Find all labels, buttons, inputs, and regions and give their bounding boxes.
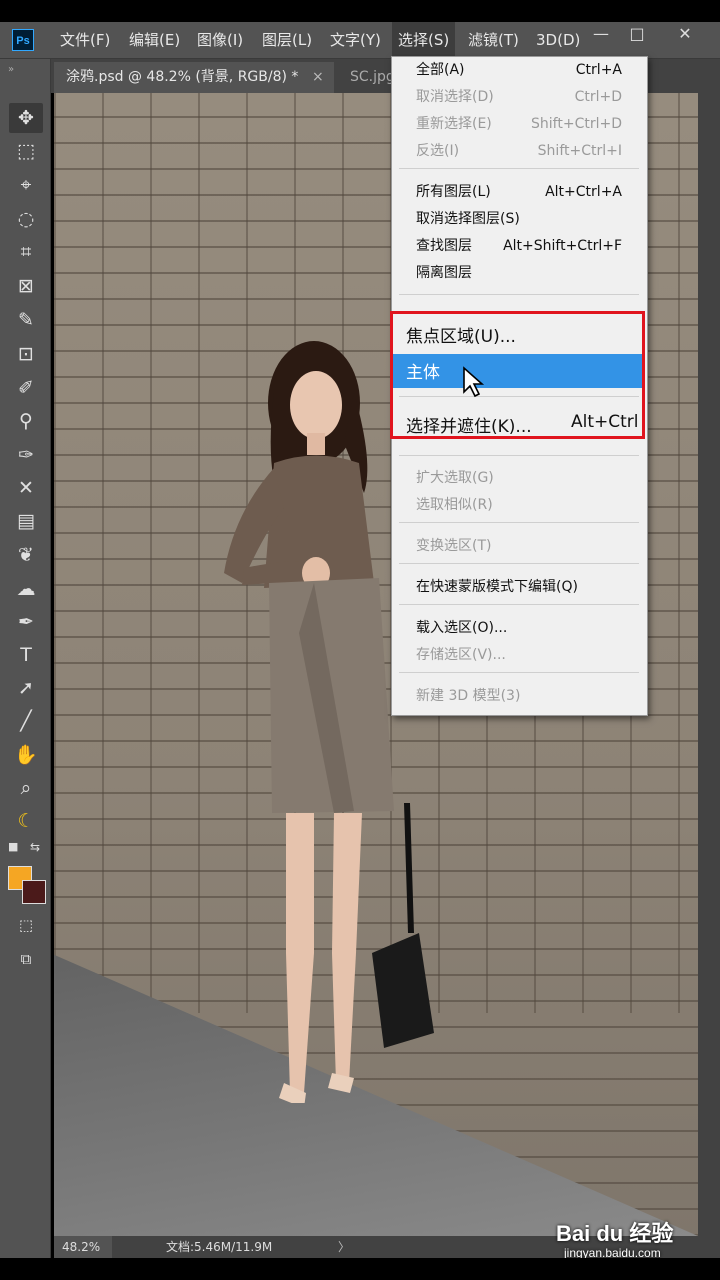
menu-item[interactable]: 全部(A) [416,59,465,81]
pen-icon[interactable]: ✒ [9,607,43,637]
zoom-icon[interactable]: ⌕ [9,773,43,803]
gradient-icon[interactable]: ▤ [9,506,43,536]
menu-item-shortcut: Ctrl+A [575,62,622,78]
menu-item-shortcut: Alt+Ctrl+A [545,184,622,200]
history-brush-icon[interactable]: ✑ [9,440,43,470]
menu-image[interactable]: 图像(I) [191,22,249,58]
menu-separator [399,563,639,564]
brush-icon[interactable]: ✐ [9,373,43,403]
top-black-bar [0,0,720,22]
menu-item-subject[interactable]: 主体 [406,358,440,383]
menu-item[interactable]: 载入选区(O)... [416,617,507,639]
menu-item[interactable]: 取消选择图层(S) [416,208,520,230]
eraser-icon[interactable]: ✕ [9,473,43,503]
hand-icon[interactable]: ✋ [9,740,43,770]
quick-mask-icon[interactable]: ⬚ [9,910,43,940]
menu-item[interactable]: 所有图层(L) [416,181,491,203]
close-icon[interactable]: ✕ [668,22,702,48]
line-icon[interactable]: ╱ [9,706,43,736]
menu-item-shortcut: Shift+Ctrl+I [537,143,622,159]
menu-separator [399,168,639,169]
baidu-watermark-logo: Bai du 经验 [556,1221,674,1246]
bottom-black-bar [0,1258,720,1280]
menu-item[interactable]: 查找图层 [416,235,472,257]
menu-item: 变换选区(T) [416,538,492,554]
blur-icon[interactable]: ❦ [9,540,43,570]
menu-separator [399,604,639,605]
menu-item: 新建 3D 模型(3) [416,688,521,704]
menu-item: 反选(I) [416,143,460,159]
zoom-level-field[interactable]: 48.2% [54,1236,112,1258]
menu-item-shortcut: Shift+Ctrl+D [531,116,622,132]
background-color-swatch[interactable] [22,880,46,904]
menu-item[interactable]: 隔离图层 [416,262,472,284]
move-icon[interactable]: ✥ [9,103,43,133]
stamp-icon[interactable]: ⚲ [9,406,43,436]
menu-item: 重新选择(E) [416,116,492,132]
document-size-readout: 文档:5.46M/11.9M [166,1240,273,1254]
status-menu-arrow-icon[interactable]: 〉 [338,1236,350,1258]
frame-icon[interactable]: ⊠ [9,271,43,301]
menu-item-shortcut: Alt+Ctrl [571,412,639,432]
lasso-icon[interactable]: ⌖ [9,170,43,200]
restore-icon[interactable]: □ [620,22,654,48]
menu-edit[interactable]: 编辑(E) [123,22,186,58]
menu-separator [399,294,639,295]
menu-item: 选取相似(R) [416,497,493,513]
screen-mode-icon[interactable]: ⧉ [9,944,43,974]
menu-separator [399,455,639,456]
menu-separator [399,672,639,673]
menu-item-shortcut: Alt+Shift+Ctrl+F [503,238,622,254]
menu-item-select-and-mask[interactable]: 选择并遮住(K)... [406,412,532,437]
menu-select[interactable]: 选择(S) [392,22,456,58]
path-select-icon[interactable]: ➚ [9,673,43,703]
panel-collapse-icon[interactable]: » [8,64,14,75]
crop-icon[interactable]: ⌗ [9,237,43,267]
patch-icon[interactable]: ⊡ [9,339,43,369]
tab-document-1[interactable]: 涂鸦.psd @ 48.2% (背景, RGB/8) * [54,62,334,93]
menu-item-focus-area[interactable]: 焦点区域(U)... [406,322,516,347]
menu-separator [399,396,639,397]
menu-separator [399,522,639,523]
menu-item: 扩大选取(G) [416,470,494,486]
tab-close-icon[interactable]: × [312,62,324,93]
menu-item[interactable]: 在快速蒙版模式下编辑(Q) [416,576,578,598]
right-panel-strip [698,59,720,1259]
menu-file[interactable]: 文件(F) [54,22,116,58]
quick-select-icon[interactable]: ◌ [9,204,43,234]
menu-item: 取消选择(D) [416,89,494,105]
default-colors-icon[interactable]: ■ [8,840,18,853]
marquee-icon[interactable]: ⬚ [9,136,43,166]
minimize-icon[interactable]: — [584,22,618,48]
photoshop-logo: Ps [12,29,34,51]
eyedropper-icon[interactable]: ✎ [9,305,43,335]
mouse-cursor-icon [463,366,485,398]
menu-layer[interactable]: 图层(L) [256,22,318,58]
menu-type[interactable]: 文字(Y) [324,22,387,58]
swap-colors-icon[interactable]: ⇆ [30,840,40,854]
menu-item: 存储选区(V)... [416,647,506,663]
banana-icon[interactable]: ☾ [9,806,43,836]
menu-filter[interactable]: 滤镜(T) [462,22,525,58]
type-icon[interactable]: T [9,640,43,670]
menu-3d[interactable]: 3D(D) [530,22,586,58]
menu-item-shortcut: Ctrl+D [574,89,622,105]
dodge-icon[interactable]: ☁ [9,574,43,604]
